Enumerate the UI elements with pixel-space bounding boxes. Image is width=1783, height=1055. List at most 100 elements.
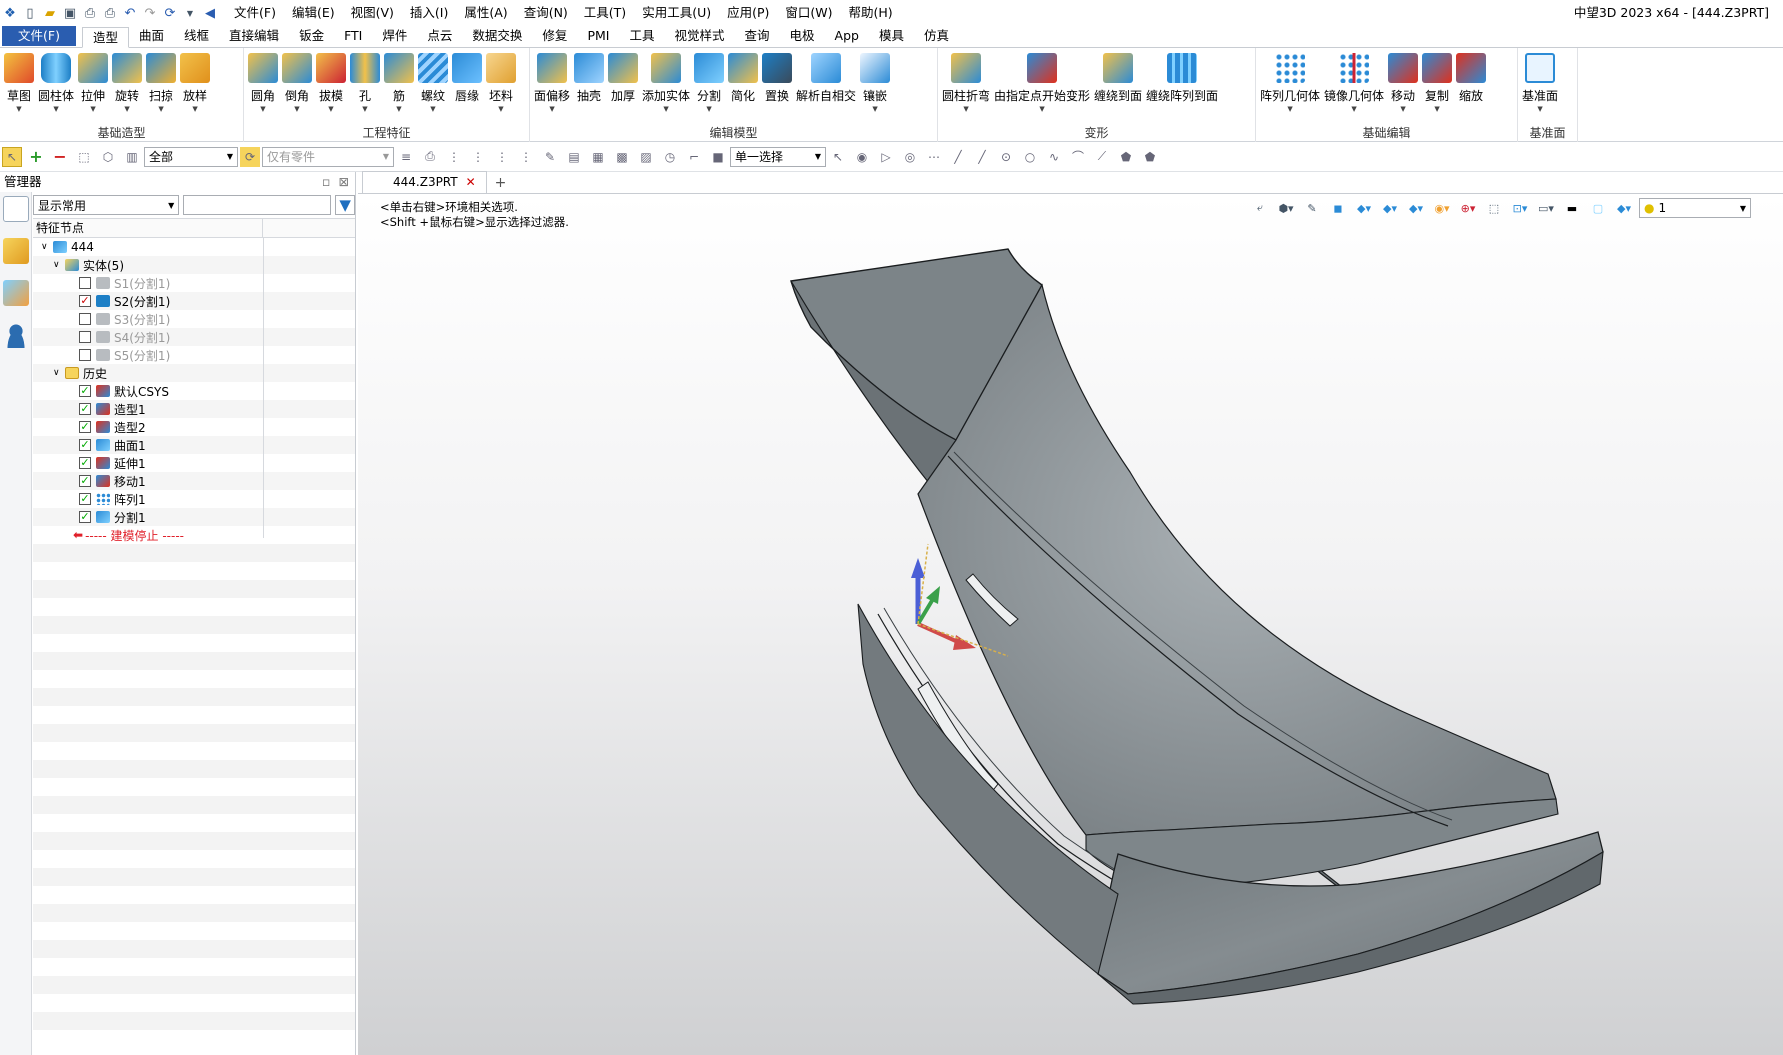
expand-icon[interactable]: ∨ [53, 368, 65, 378]
menu-tools[interactable]: 工具(T) [576, 0, 634, 26]
lasso-select-icon[interactable]: ⬡ [98, 147, 118, 167]
select-mode-select[interactable]: 单一选择 ▼ [730, 146, 826, 167]
tab-electrode[interactable]: 电极 [780, 26, 825, 47]
file-tab[interactable]: 文件(F) [2, 26, 76, 46]
tree-node-history[interactable]: ∨ 历史 [33, 364, 355, 382]
history-tree-icon[interactable] [3, 196, 29, 222]
tree-node-solids[interactable]: ∨ 实体(5) [33, 256, 355, 274]
tree-node-history-item[interactable]: ✓ 移动1 [33, 472, 355, 490]
menu-attribute[interactable]: 属性(A) [456, 0, 515, 26]
tab-simulation[interactable]: 仿真 [914, 26, 959, 47]
3d-viewport[interactable]: <单击右键>环境相关选项. <Shift +鼠标右键>显示选择过滤器. ⤶ ⬢▾… [358, 194, 1783, 1055]
tab-pmi[interactable]: PMI [577, 26, 619, 47]
menu-view[interactable]: 视图(V) [343, 0, 402, 26]
toolbar-icon-j[interactable]: ▩ [612, 147, 632, 167]
expand-icon[interactable]: ∨ [53, 260, 65, 270]
tab-fti[interactable]: FTI [334, 26, 372, 47]
history-clock-icon[interactable]: ◷ [660, 147, 680, 167]
tree-node-solid-s1[interactable]: S1(分割1) [33, 274, 355, 292]
snap-icon-13[interactable]: ⬟ [1116, 147, 1136, 167]
expand-icon[interactable]: ∨ [41, 242, 53, 252]
snap-icon-6[interactable]: ╱ [948, 147, 968, 167]
visibility-checkbox[interactable]: ✓ [79, 295, 91, 307]
visibility-checkbox[interactable]: ✓ [79, 403, 91, 415]
snap-icon-1[interactable]: ↖ [828, 147, 848, 167]
snap-icon-11[interactable]: ⌒ [1068, 147, 1088, 167]
toolbar-icon-d[interactable]: ⋮ [468, 147, 488, 167]
snap-icon-3[interactable]: ▷ [876, 147, 896, 167]
visibility-checkbox[interactable] [79, 313, 91, 325]
model-main-surface[interactable] [917, 283, 1557, 836]
tree-node-solid-s5[interactable]: S5(分割1) [33, 346, 355, 364]
toolbar-icon-a[interactable]: ≡ [396, 147, 416, 167]
column-feature-node[interactable]: 特征节点 [33, 219, 263, 237]
print-icon[interactable]: ⎙ [80, 3, 100, 23]
add-icon[interactable]: + [26, 147, 46, 167]
undo-icon[interactable]: ↶ [120, 3, 140, 23]
menu-help[interactable]: 帮助(H) [841, 0, 901, 26]
redo-icon[interactable]: ↷ [140, 3, 160, 23]
new-file-icon[interactable]: ▯ [20, 3, 40, 23]
tab-data-exchange[interactable]: 数据交换 [462, 26, 532, 47]
menu-edit[interactable]: 编辑(E) [284, 0, 343, 26]
tree-node-solid-s2[interactable]: ✓ S2(分割1) [33, 292, 355, 310]
tab-weldment[interactable]: 焊件 [372, 26, 417, 47]
snap-icon-4[interactable]: ◎ [900, 147, 920, 167]
snap-icon-10[interactable]: ∿ [1044, 147, 1064, 167]
toolbar-icon-c[interactable]: ⋮ [444, 147, 464, 167]
visibility-checkbox[interactable]: ✓ [79, 421, 91, 433]
toolbar-icon-k[interactable]: ▨ [636, 147, 656, 167]
part-filter-icon[interactable]: ⟳ [240, 146, 260, 167]
snap-icon-7[interactable]: ╱ [972, 147, 992, 167]
tree-node-history-item[interactable]: ✓ 延伸1 [33, 454, 355, 472]
display-filter-select[interactable]: 显示常用 ▼ [33, 195, 180, 215]
visibility-checkbox[interactable]: ✓ [79, 439, 91, 451]
select-pointer-icon[interactable]: ↖ [2, 146, 22, 167]
menu-utilities[interactable]: 实用工具(U) [634, 0, 719, 26]
visibility-checkbox[interactable] [79, 331, 91, 343]
filter-icon[interactable]: ▥ [122, 147, 142, 167]
snap-icon-14[interactable]: ⬟ [1140, 147, 1160, 167]
visibility-checkbox[interactable] [79, 349, 91, 361]
rebuild-icon[interactable]: ⟳ [160, 3, 180, 23]
assembly-icon[interactable] [3, 238, 29, 264]
tab-sheetmetal[interactable]: 钣金 [289, 26, 334, 47]
visibility-checkbox[interactable]: ✓ [79, 511, 91, 523]
tab-wireframe[interactable]: 线框 [174, 26, 219, 47]
tab-direct-edit[interactable]: 直接编辑 [219, 26, 289, 47]
remove-icon[interactable]: − [50, 147, 70, 167]
snap-icon-5[interactable]: ⋯ [924, 147, 944, 167]
tab-mold[interactable]: 模具 [869, 26, 914, 47]
tree-node-history-item[interactable]: ✓ 造型2 [33, 418, 355, 436]
tree-node-history-item[interactable]: ✓ 造型1 [33, 400, 355, 418]
toolbar-icon-e[interactable]: ⋮ [492, 147, 512, 167]
tab-point-cloud[interactable]: 点云 [417, 26, 462, 47]
menu-window[interactable]: 窗口(W) [777, 0, 840, 26]
tree-search-input[interactable] [183, 195, 332, 215]
print-preview-icon[interactable]: ⎙ [100, 3, 120, 23]
new-tab-button[interactable]: + [487, 173, 515, 193]
tab-visual-style[interactable]: 视觉样式 [664, 26, 734, 47]
filter-select[interactable]: 全部 ▼ [144, 146, 238, 167]
visibility-checkbox[interactable]: ✓ [79, 457, 91, 469]
toolbar-icon-i[interactable]: ▦ [588, 147, 608, 167]
snap-icon-12[interactable]: ⟋ [1092, 147, 1112, 167]
stop-icon[interactable]: ■ [708, 147, 728, 167]
toolbar-icon-l[interactable]: ⌐ [684, 147, 704, 167]
part-filter-select[interactable]: 仅有零件 ▼ [262, 146, 394, 167]
box-select-icon[interactable]: ⬚ [74, 147, 94, 167]
tab-app[interactable]: App [825, 26, 869, 47]
tree-node-history-item[interactable]: ✓ 曲面1 [33, 436, 355, 454]
visibility-checkbox[interactable]: ✓ [79, 475, 91, 487]
tree-node-solid-s3[interactable]: S3(分割1) [33, 310, 355, 328]
user-icon[interactable] [3, 322, 29, 348]
visibility-checkbox[interactable]: ✓ [79, 385, 91, 397]
snap-icon-8[interactable]: ⊙ [996, 147, 1016, 167]
tab-repair[interactable]: 修复 [532, 26, 577, 47]
menu-file[interactable]: 文件(F) [226, 0, 284, 26]
tree-node-root[interactable]: ∨ 444 [33, 238, 355, 256]
collapse-arrow-icon[interactable]: ◀ [200, 3, 220, 23]
tab-surface[interactable]: 曲面 [129, 26, 174, 47]
pin-icon[interactable]: ▫ [322, 174, 330, 189]
tree-node-history-item[interactable]: ✓ 阵列1 [33, 490, 355, 508]
